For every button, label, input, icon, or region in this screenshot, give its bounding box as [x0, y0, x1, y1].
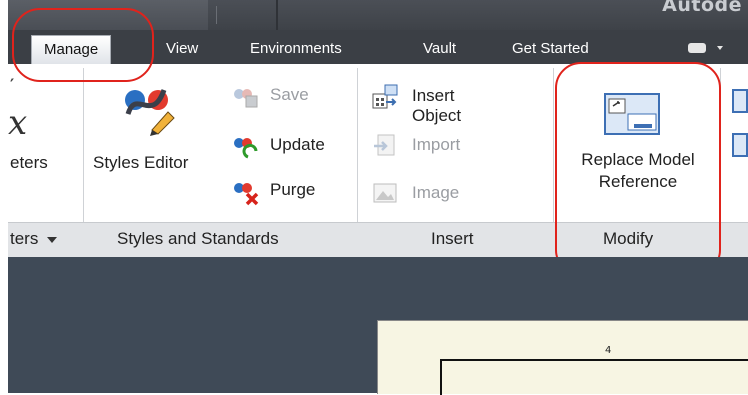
next-panel-partial-icon	[732, 88, 748, 158]
image-icon	[373, 183, 397, 203]
sheet-zone-number: 4	[605, 345, 612, 356]
ribbon-display-icon	[688, 43, 723, 53]
styles-editor-icon	[122, 80, 178, 136]
chevron-down-icon	[47, 236, 58, 244]
svg-text:x: x	[8, 103, 27, 143]
highlight-circle-manage-tab	[12, 8, 154, 82]
styles-panel-title: Styles and Standards	[117, 229, 279, 248]
tab-environments[interactable]: Environments	[250, 36, 342, 62]
toolbar-divider	[216, 6, 217, 24]
import-icon	[374, 134, 395, 156]
save-styles-icon	[234, 89, 258, 108]
insert-object-icon	[372, 84, 398, 109]
parameters-button[interactable]: eters	[10, 153, 48, 173]
parameters-panel-title[interactable]: ters	[10, 229, 58, 249]
purge-styles-icon	[234, 183, 259, 206]
ribbon-display-menu-button[interactable]	[686, 40, 726, 56]
update-styles-icon	[234, 138, 258, 159]
toolbar-divider	[276, 0, 278, 30]
tab-get-started[interactable]: Get Started	[512, 36, 589, 62]
styles-editor-button[interactable]: Styles Editor	[93, 153, 188, 173]
app-title: Autode	[662, 0, 742, 16]
tab-view[interactable]: View	[166, 36, 198, 62]
tab-vault[interactable]: Vault	[423, 36, 456, 62]
highlight-circle-modify-panel	[555, 62, 721, 276]
svg-text:′: ′	[10, 76, 14, 94]
insert-panel-title: Insert	[431, 229, 474, 248]
parameters-icon: ′ x	[8, 76, 40, 156]
drawing-border-frame	[440, 359, 748, 395]
